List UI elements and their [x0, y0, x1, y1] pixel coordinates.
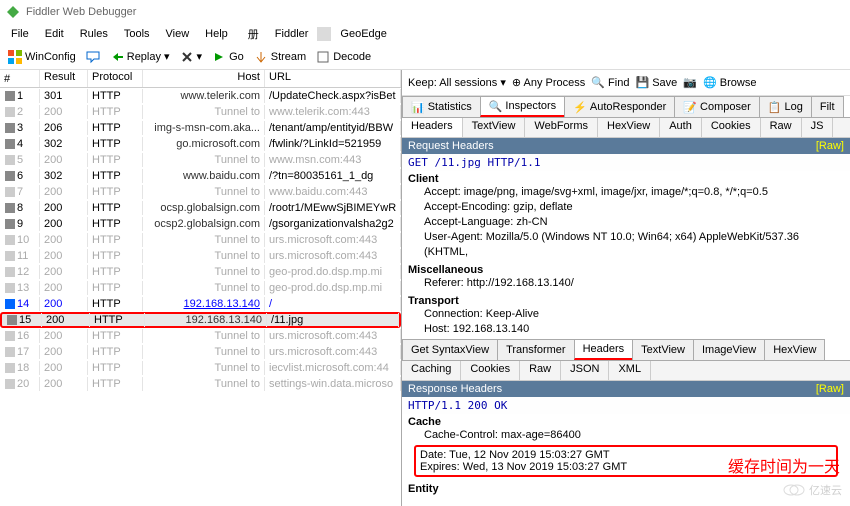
reqtab-webforms[interactable]: WebForms [525, 118, 598, 137]
inspector-pane: Keep: All sessions ▾ ⊕ Any Process 🔍 Fin… [402, 70, 850, 506]
session-row[interactable]: 9200HTTPocsp2.globalsign.com/gsorganizat… [0, 216, 401, 232]
reqtab-headers[interactable]: Headers [402, 118, 463, 137]
right-toolbar: Keep: All sessions ▾ ⊕ Any Process 🔍 Fin… [402, 70, 850, 96]
raw-link[interactable]: [Raw] [816, 140, 844, 152]
resptab-raw[interactable]: Raw [520, 361, 561, 380]
save-button[interactable]: 💾 Save [635, 76, 677, 89]
session-row[interactable]: 16200HTTPTunnel tours.microsoft.com:443 [0, 328, 401, 344]
session-row[interactable]: 14200HTTP192.168.13.140/ [0, 296, 401, 312]
camera-icon[interactable]: 📷 [683, 76, 697, 89]
resptab-syntax[interactable]: Get SyntaxView [402, 339, 498, 360]
response-subtabs: Caching Cookies Raw JSON XML [402, 361, 850, 381]
geoedge-icon [317, 27, 331, 41]
tab-statistics[interactable]: 📊 Statistics [402, 96, 481, 117]
browse-button[interactable]: 🌐 Browse [703, 76, 756, 89]
cache-section: Cache Cache-Control: max-age=86400 Date:… [402, 414, 850, 481]
session-row[interactable]: 17200HTTPTunnel tours.microsoft.com:443 [0, 344, 401, 360]
reqtab-hexview[interactable]: HexView [598, 118, 660, 137]
tab-log[interactable]: 📋 Log [759, 96, 812, 117]
misc-section: Miscellaneous Referer: http://192.168.13… [402, 262, 850, 293]
tab-autoresponder[interactable]: ⚡ AutoResponder [564, 96, 675, 117]
replay-button[interactable]: Replay ▾ [106, 48, 174, 66]
title-bar: Fiddler Web Debugger [0, 0, 850, 24]
col-host[interactable]: Host [143, 70, 265, 87]
request-line: GET /11.jpg HTTP/1.1 [402, 154, 850, 171]
session-row[interactable]: 10200HTTPTunnel tours.microsoft.com:443 [0, 232, 401, 248]
session-row[interactable]: 20200HTTPTunnel tosettings-win.data.micr… [0, 376, 401, 392]
remove-button[interactable]: ▾ [176, 48, 207, 66]
grid-header: # Result Protocol Host URL [0, 70, 401, 88]
session-row[interactable]: 1301HTTPwww.telerik.com/UpdateCheck.aspx… [0, 88, 401, 104]
resptab-json[interactable]: JSON [561, 361, 609, 380]
col-protocol[interactable]: Protocol [88, 70, 143, 87]
client-section: Client Accept: image/png, image/svg+xml,… [402, 171, 850, 262]
resptab-headers[interactable]: Headers [574, 339, 634, 360]
menu-edit[interactable]: Edit [38, 26, 71, 42]
window-title: Fiddler Web Debugger [26, 6, 136, 18]
session-row[interactable]: 6302HTTPwww.baidu.com/?tn=80035161_1_dg [0, 168, 401, 184]
sessions-pane: # Result Protocol Host URL 1301HTTPwww.t… [0, 70, 402, 506]
session-row[interactable]: 5200HTTPTunnel towww.msn.com:443 [0, 152, 401, 168]
transport-section: Transport Connection: Keep-Alive Host: 1… [402, 293, 850, 339]
session-row[interactable]: 4302HTTPgo.microsoft.com/fwlink/?LinkId=… [0, 136, 401, 152]
session-row[interactable]: 13200HTTPTunnel togeo-prod.do.dsp.mp.mi [0, 280, 401, 296]
keep-sessions[interactable]: Keep: All sessions ▾ [408, 76, 506, 89]
request-header-bar: Request Headers [Raw] [402, 138, 850, 154]
raw-link-resp[interactable]: [Raw] [816, 383, 844, 395]
request-headers-title: Request Headers [408, 140, 494, 152]
session-row[interactable]: 15200HTTP192.168.13.140/11.jpg [0, 312, 401, 328]
session-row[interactable]: 7200HTTPTunnel towww.baidu.com:443 [0, 184, 401, 200]
resptab-textview[interactable]: TextView [632, 339, 694, 360]
response-header-bar: Response Headers [Raw] [402, 381, 850, 397]
menu-help[interactable]: Help [198, 26, 235, 42]
response-tabs: Get SyntaxView Transformer Headers TextV… [402, 339, 850, 361]
comment-button[interactable] [82, 48, 104, 66]
resptab-xml[interactable]: XML [609, 361, 651, 380]
menu-fiddler[interactable]: Fiddler [268, 26, 316, 42]
resptab-cookies[interactable]: Cookies [461, 361, 520, 380]
decode-button[interactable]: Decode [312, 48, 375, 66]
menu-bar: File Edit Rules Tools View Help 册Fiddler… [0, 24, 850, 44]
menu-view[interactable]: View [159, 26, 197, 42]
col-num[interactable]: # [0, 70, 40, 87]
resptab-caching[interactable]: Caching [402, 361, 461, 380]
find-button[interactable]: 🔍 Find [591, 76, 629, 89]
reqtab-raw[interactable]: Raw [761, 118, 802, 137]
session-row[interactable]: 18200HTTPTunnel toiecvlist.microsoft.com… [0, 360, 401, 376]
menu-file[interactable]: File [4, 26, 36, 42]
menu-rules[interactable]: Rules [73, 26, 115, 42]
resptab-imageview[interactable]: ImageView [693, 339, 765, 360]
toolbar: WinConfig Replay ▾ ▾ Go Stream Decode [0, 44, 850, 70]
stream-button[interactable]: Stream [250, 48, 310, 66]
go-button[interactable]: Go [208, 48, 248, 66]
menu-geoedge[interactable]: GeoEdge [333, 26, 393, 42]
top-tabs: 📊 Statistics 🔍 Inspectors ⚡ AutoResponde… [402, 96, 850, 118]
tab-filters[interactable]: Filt [811, 96, 844, 117]
response-headers-title: Response Headers [408, 383, 502, 395]
reqtab-textview[interactable]: TextView [463, 118, 526, 137]
session-row[interactable]: 12200HTTPTunnel togeo-prod.do.dsp.mp.mi [0, 264, 401, 280]
tab-composer[interactable]: 📝 Composer [674, 96, 759, 117]
session-row[interactable]: 3206HTTPimg-s-msn-com.aka.../tenant/amp/… [0, 120, 401, 136]
annotation-text: 缓存时间为一天 [728, 453, 840, 477]
winconfig-button[interactable]: WinConfig [4, 48, 80, 66]
any-process[interactable]: ⊕ Any Process [512, 76, 585, 89]
session-rows: 1301HTTPwww.telerik.com/UpdateCheck.aspx… [0, 88, 401, 506]
resptab-transformer[interactable]: Transformer [497, 339, 575, 360]
col-result[interactable]: Result [40, 70, 88, 87]
watermark: 亿速云 [783, 482, 842, 498]
session-row[interactable]: 8200HTTPocsp.globalsign.com/rootr1/MEwwS… [0, 200, 401, 216]
reqtab-json[interactable]: JS [802, 118, 834, 137]
reqtab-auth[interactable]: Auth [660, 118, 702, 137]
reqtab-cookies[interactable]: Cookies [702, 118, 761, 137]
session-row[interactable]: 2200HTTPTunnel towww.telerik.com:443 [0, 104, 401, 120]
resptab-hexview[interactable]: HexView [764, 339, 825, 360]
tab-inspectors[interactable]: 🔍 Inspectors [480, 96, 565, 117]
fiddler-icon [6, 5, 20, 19]
request-tabs: Headers TextView WebForms HexView Auth C… [402, 118, 850, 138]
session-row[interactable]: 11200HTTPTunnel tours.microsoft.com:443 [0, 248, 401, 264]
col-url[interactable]: URL [265, 70, 401, 87]
menu-tools[interactable]: Tools [117, 26, 157, 42]
response-line: HTTP/1.1 200 OK [402, 397, 850, 414]
